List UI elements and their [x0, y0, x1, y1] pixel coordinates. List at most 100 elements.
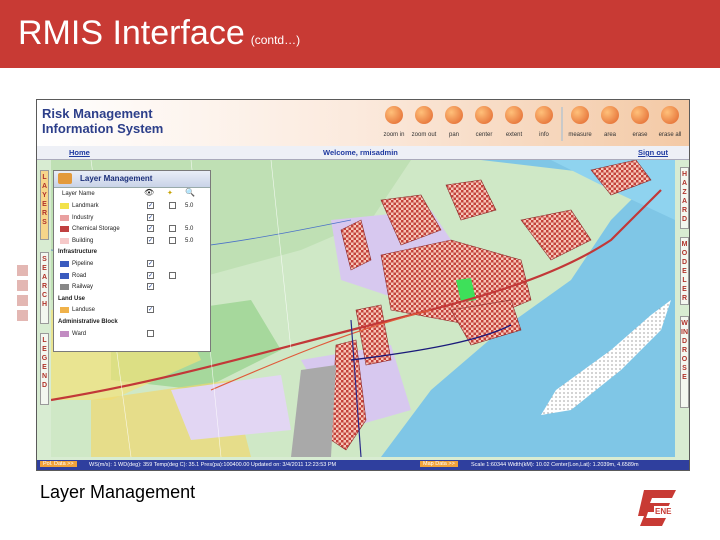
legend-tab[interactable]: LEGEND	[40, 333, 49, 405]
tool-button-zoom-out[interactable]: zoom out	[409, 104, 439, 144]
rmis-app-window: Risk Management Information System zoom …	[36, 99, 690, 471]
map-data-label[interactable]: Map Data >>	[420, 461, 458, 467]
modeler-tab[interactable]: MODELER	[680, 237, 689, 305]
tool-button-measure[interactable]: measure	[565, 104, 595, 144]
area-icon	[601, 106, 619, 124]
tool-button-erase[interactable]: erase	[625, 104, 655, 144]
selectable-checkbox[interactable]	[169, 225, 176, 233]
visibility-checkbox[interactable]: ✓	[147, 213, 154, 221]
layer-group-label[interactable]: Administrative Block	[58, 319, 118, 325]
layer-group: Land Use	[54, 293, 210, 305]
visibility-checkbox[interactable]: ✓	[147, 306, 154, 314]
selectable-checkbox[interactable]	[169, 271, 176, 279]
app-title-line2: Information System	[42, 121, 164, 136]
home-link[interactable]: Home	[69, 148, 90, 157]
visibility-checkbox[interactable]: ✓	[147, 271, 154, 279]
layers-icon	[58, 173, 72, 184]
zoom-in-icon	[385, 106, 403, 124]
slide-title-text: RMIS Interface	[18, 14, 245, 52]
layer-swatch	[60, 203, 69, 209]
company-logo: ENE	[638, 490, 682, 526]
visibility-eye-icon: 👁	[144, 188, 155, 197]
layer-group-label[interactable]: Infrastructure	[58, 249, 97, 255]
layer-row: Building ✓ 5.0	[54, 235, 210, 247]
tool-label: erase all	[658, 132, 682, 138]
layer-row: Industry ✓	[54, 212, 210, 224]
layers-tab[interactable]: LAYERS	[40, 170, 49, 240]
tool-label: pan	[448, 132, 459, 138]
layer-label: Building	[72, 237, 94, 244]
pan-icon	[445, 106, 463, 124]
layer-group-label[interactable]: Land Use	[58, 296, 85, 302]
slide-title-suffix: (contd…)	[250, 33, 301, 47]
visibility-checkbox[interactable]: ✓	[147, 225, 154, 233]
layer-group: Administrative Block	[54, 316, 210, 328]
tool-button-zoom-in[interactable]: zoom in	[379, 104, 409, 144]
layer-row: Railway ✓	[54, 281, 210, 293]
slide-caption: Layer Management	[40, 482, 196, 502]
sign-out-link[interactable]: Sign out	[638, 148, 668, 157]
selectable-checkbox[interactable]	[169, 236, 176, 244]
layer-row: Ward	[54, 328, 210, 340]
tool-label: measure	[568, 132, 592, 138]
extent-icon	[505, 106, 523, 124]
search-tab[interactable]: SEARCH	[40, 252, 49, 324]
tool-label: zoom out	[411, 132, 437, 138]
toolbar-separator	[561, 107, 563, 141]
layer-panel-columns: Layer Name 👁 ✦ 🔍	[54, 188, 210, 200]
wind-rose-tab[interactable]: WIND ROSE	[680, 316, 689, 408]
selectable-checkbox[interactable]	[169, 202, 176, 209]
visibility-checkbox[interactable]: ✓	[147, 283, 154, 291]
layer-value: 5.0	[185, 203, 194, 209]
layer-value: 5.0	[185, 237, 194, 244]
layer-value: 5.0	[185, 226, 194, 233]
layer-label: Pipeline	[72, 260, 94, 267]
layer-label: Chemical Storage	[72, 226, 120, 233]
tool-button-erase-all[interactable]: erase all	[655, 104, 685, 144]
svg-text:ENE: ENE	[655, 507, 672, 516]
tool-label: info	[539, 132, 549, 138]
layer-row: Road ✓	[54, 270, 210, 282]
slide-title: RMIS Interface (contd…)	[18, 14, 300, 53]
layer-swatch	[60, 237, 69, 244]
layer-name-header: Layer Name	[62, 191, 95, 197]
accent-square	[17, 280, 28, 291]
tool-label: area	[603, 132, 616, 138]
zoom-out-icon	[415, 106, 433, 124]
layer-swatch	[60, 330, 69, 337]
pollution-data-label[interactable]: Pol. Data >>	[40, 461, 77, 467]
app-title-line1: Risk Management	[42, 106, 153, 121]
layer-row: Landmark ✓ 5.0	[54, 200, 210, 212]
pollution-data-text: WS(m/s): 1 WD(deg): 359 Temp(deg C): 35.…	[89, 462, 337, 468]
layer-label: Ward	[72, 330, 87, 337]
tool-button-pan[interactable]: pan	[439, 104, 469, 144]
layer-row: Chemical Storage ✓ 5.0	[54, 223, 210, 235]
hazard-tab[interactable]: HAZARD	[680, 167, 689, 229]
center-icon	[475, 106, 493, 124]
layer-label: Railway	[72, 284, 94, 291]
welcome-text: Welcome, rmisadmin	[323, 148, 398, 157]
tool-button-area[interactable]: area	[595, 104, 625, 144]
visibility-checkbox[interactable]: ✓	[147, 236, 154, 244]
visibility-checkbox[interactable]: ✓	[147, 259, 154, 267]
layer-group: Infrastructure	[54, 246, 210, 258]
layer-swatch	[60, 272, 69, 279]
erase-icon	[631, 106, 649, 124]
visibility-checkbox[interactable]: ✓	[147, 202, 154, 209]
layer-row: Landuse ✓	[54, 304, 210, 316]
tool-button-extent[interactable]: extent	[499, 104, 529, 144]
map-toolbar: zoom in zoom out pan center extent info measur…	[379, 104, 685, 144]
app-title: Risk Management Information System	[42, 106, 242, 136]
layer-panel-header: Layer Management	[54, 171, 210, 188]
tool-button-center[interactable]: center	[469, 104, 499, 144]
layer-label: Industry	[72, 214, 94, 221]
erase-all-icon	[661, 106, 679, 124]
slide-header: RMIS Interface (contd…)	[0, 0, 720, 68]
layer-swatch	[60, 214, 69, 221]
measure-icon	[571, 106, 589, 124]
visibility-checkbox[interactable]	[147, 329, 154, 337]
layer-label: Landuse	[72, 307, 96, 314]
select-tool-icon: ✦	[167, 190, 173, 197]
tool-button-info[interactable]: info	[529, 104, 559, 144]
app-header: Risk Management Information System zoom …	[37, 100, 689, 146]
